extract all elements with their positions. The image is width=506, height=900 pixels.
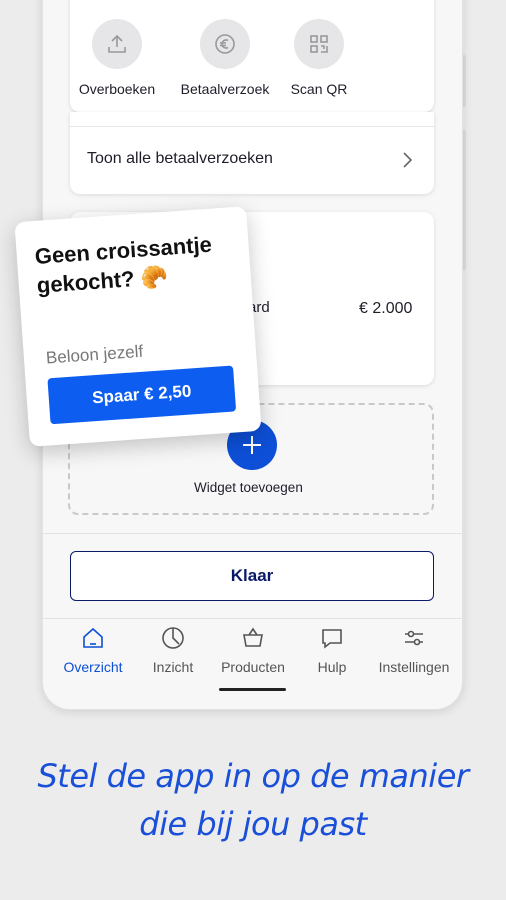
tab-label: Hulp xyxy=(317,659,347,675)
pie-chart-icon xyxy=(162,627,184,649)
scan-qr-action-label: Scan QR xyxy=(290,81,348,97)
tab-producten[interactable]: Producten xyxy=(211,620,295,675)
tab-label: Producten xyxy=(221,659,285,675)
savings-promo-card: Geen croissantje gekocht? 🥐 Beloon jezel… xyxy=(14,206,262,447)
promo-title: Geen croissantje gekocht? 🥐 xyxy=(33,231,213,298)
payment-request-action-label: Betaalverzoek xyxy=(180,81,270,97)
transfer-action[interactable]: Overboeken xyxy=(67,19,167,97)
account-balance: € 2.000 xyxy=(359,300,413,317)
tab-hulp[interactable]: Hulp xyxy=(290,620,374,675)
tab-label: Overzicht xyxy=(63,659,123,675)
tab-inzicht[interactable]: Inzicht xyxy=(131,620,215,675)
home-indicator xyxy=(219,688,286,691)
chevron-right-icon xyxy=(403,152,413,168)
marketing-caption: Stel de app in op de manier die bij jou … xyxy=(0,752,506,848)
basket-icon xyxy=(243,627,263,647)
done-button[interactable]: Klaar xyxy=(70,551,434,601)
divider xyxy=(43,618,462,619)
transfer-action-label: Overboeken xyxy=(78,81,156,97)
qr-code-icon xyxy=(294,19,344,69)
tab-instellingen[interactable]: Instellingen xyxy=(369,620,459,675)
home-icon xyxy=(83,627,103,648)
tab-label: Inzicht xyxy=(152,659,194,675)
caption-line-2: die bij jou past xyxy=(139,805,367,843)
payment-request-action[interactable]: Betaalverzoek xyxy=(175,19,275,97)
plus-icon xyxy=(243,436,261,454)
upload-icon xyxy=(92,19,142,69)
euro-request-icon xyxy=(200,19,250,69)
add-widget-label: Widget toevoegen xyxy=(194,480,303,495)
sliders-icon xyxy=(405,630,423,646)
scan-qr-action[interactable]: Scan QR xyxy=(269,19,369,97)
save-cta-button[interactable]: Spaar € 2,50 xyxy=(47,365,237,425)
bottom-tab-bar: Overzicht Inzicht Producten Hulp Instell… xyxy=(43,620,462,690)
divider xyxy=(70,126,434,127)
caption-line-1: Stel de app in op de manier xyxy=(37,757,469,795)
promo-subtitle: Beloon jezelf xyxy=(45,341,144,368)
tab-overzicht[interactable]: Overzicht xyxy=(51,620,135,675)
payment-requests-link[interactable]: Toon alle betaalverzoeken xyxy=(87,150,273,168)
tab-label: Instellingen xyxy=(378,659,450,675)
chat-icon xyxy=(322,629,342,649)
divider xyxy=(43,533,462,534)
